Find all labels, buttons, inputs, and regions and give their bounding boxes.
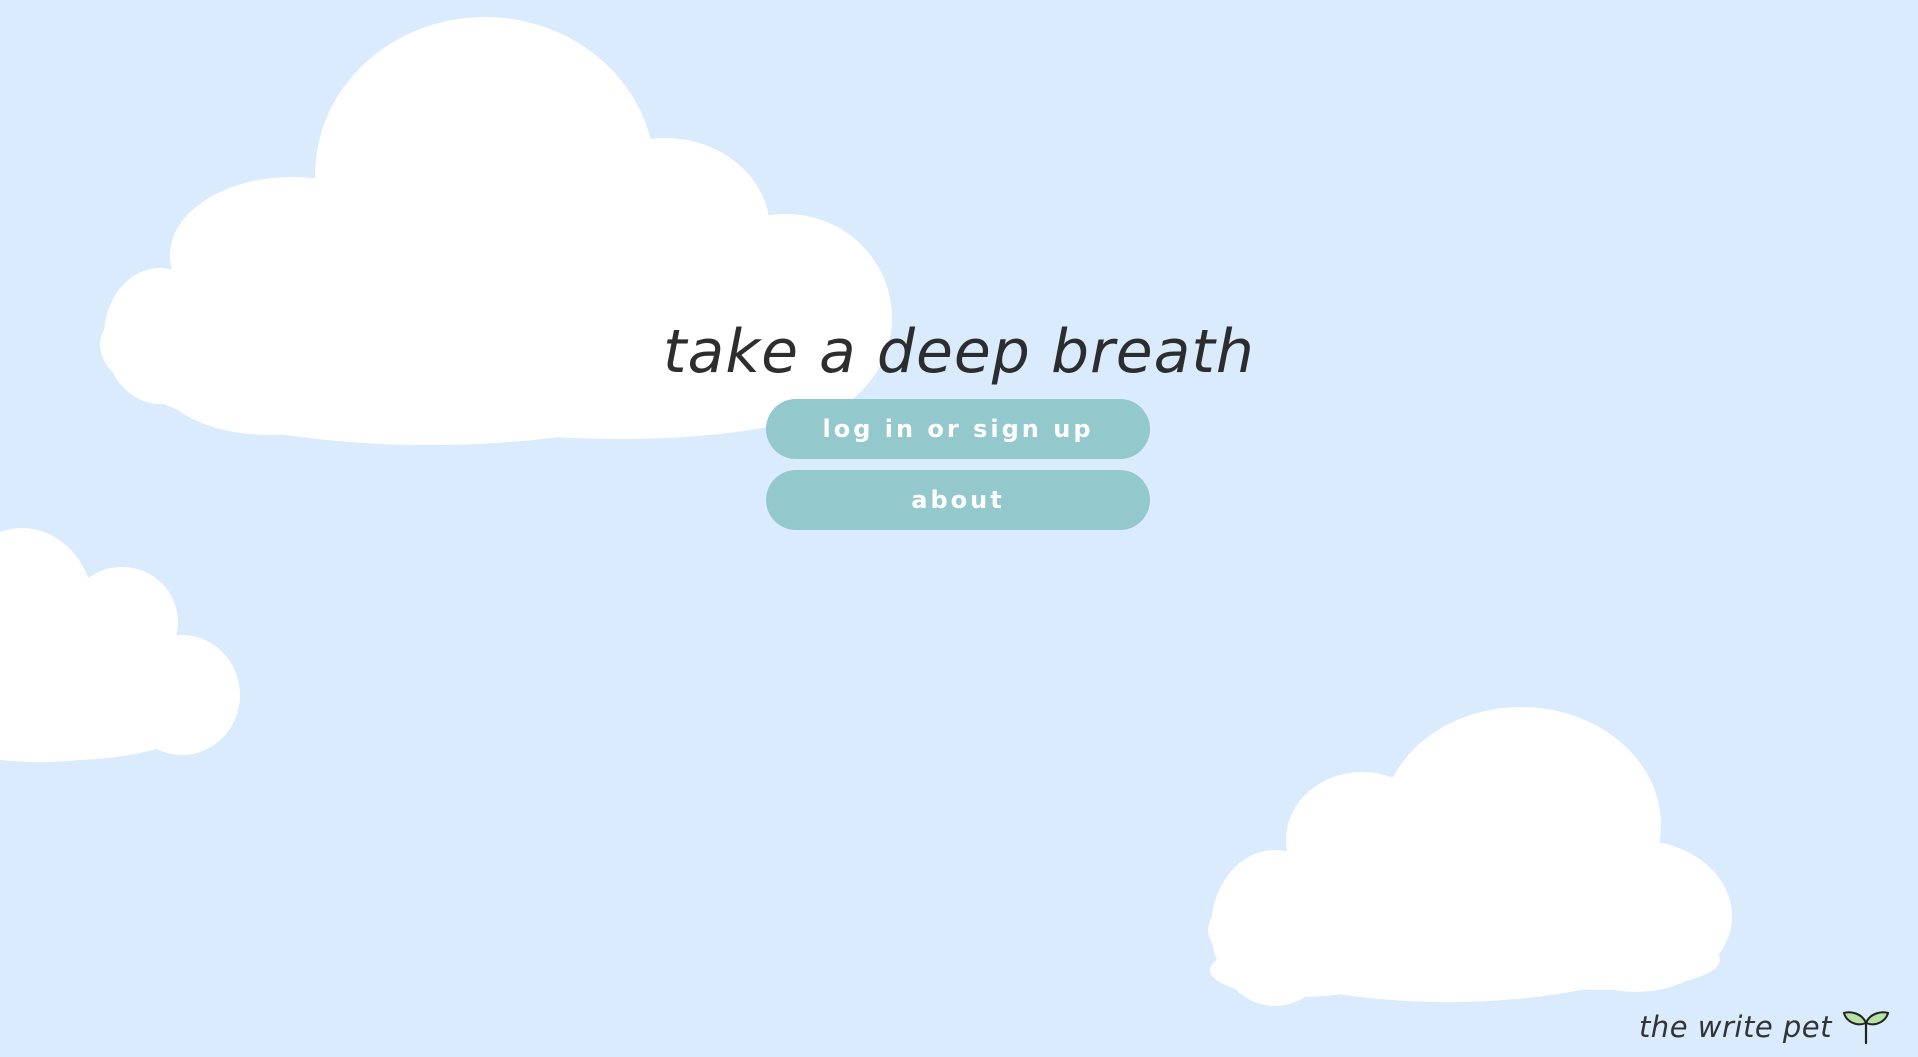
about-button[interactable]: about <box>766 470 1150 530</box>
brand-logo: the write pet <box>1639 1009 1890 1045</box>
sprout-icon <box>1842 1011 1890 1045</box>
page-title: take a deep breath <box>663 317 1255 387</box>
brand-name: the write pet <box>1638 1010 1832 1044</box>
cloud-bottom-right <box>1208 707 1732 1006</box>
cloud-small <box>0 528 240 762</box>
login-signup-button[interactable]: log in or sign up <box>766 399 1150 459</box>
